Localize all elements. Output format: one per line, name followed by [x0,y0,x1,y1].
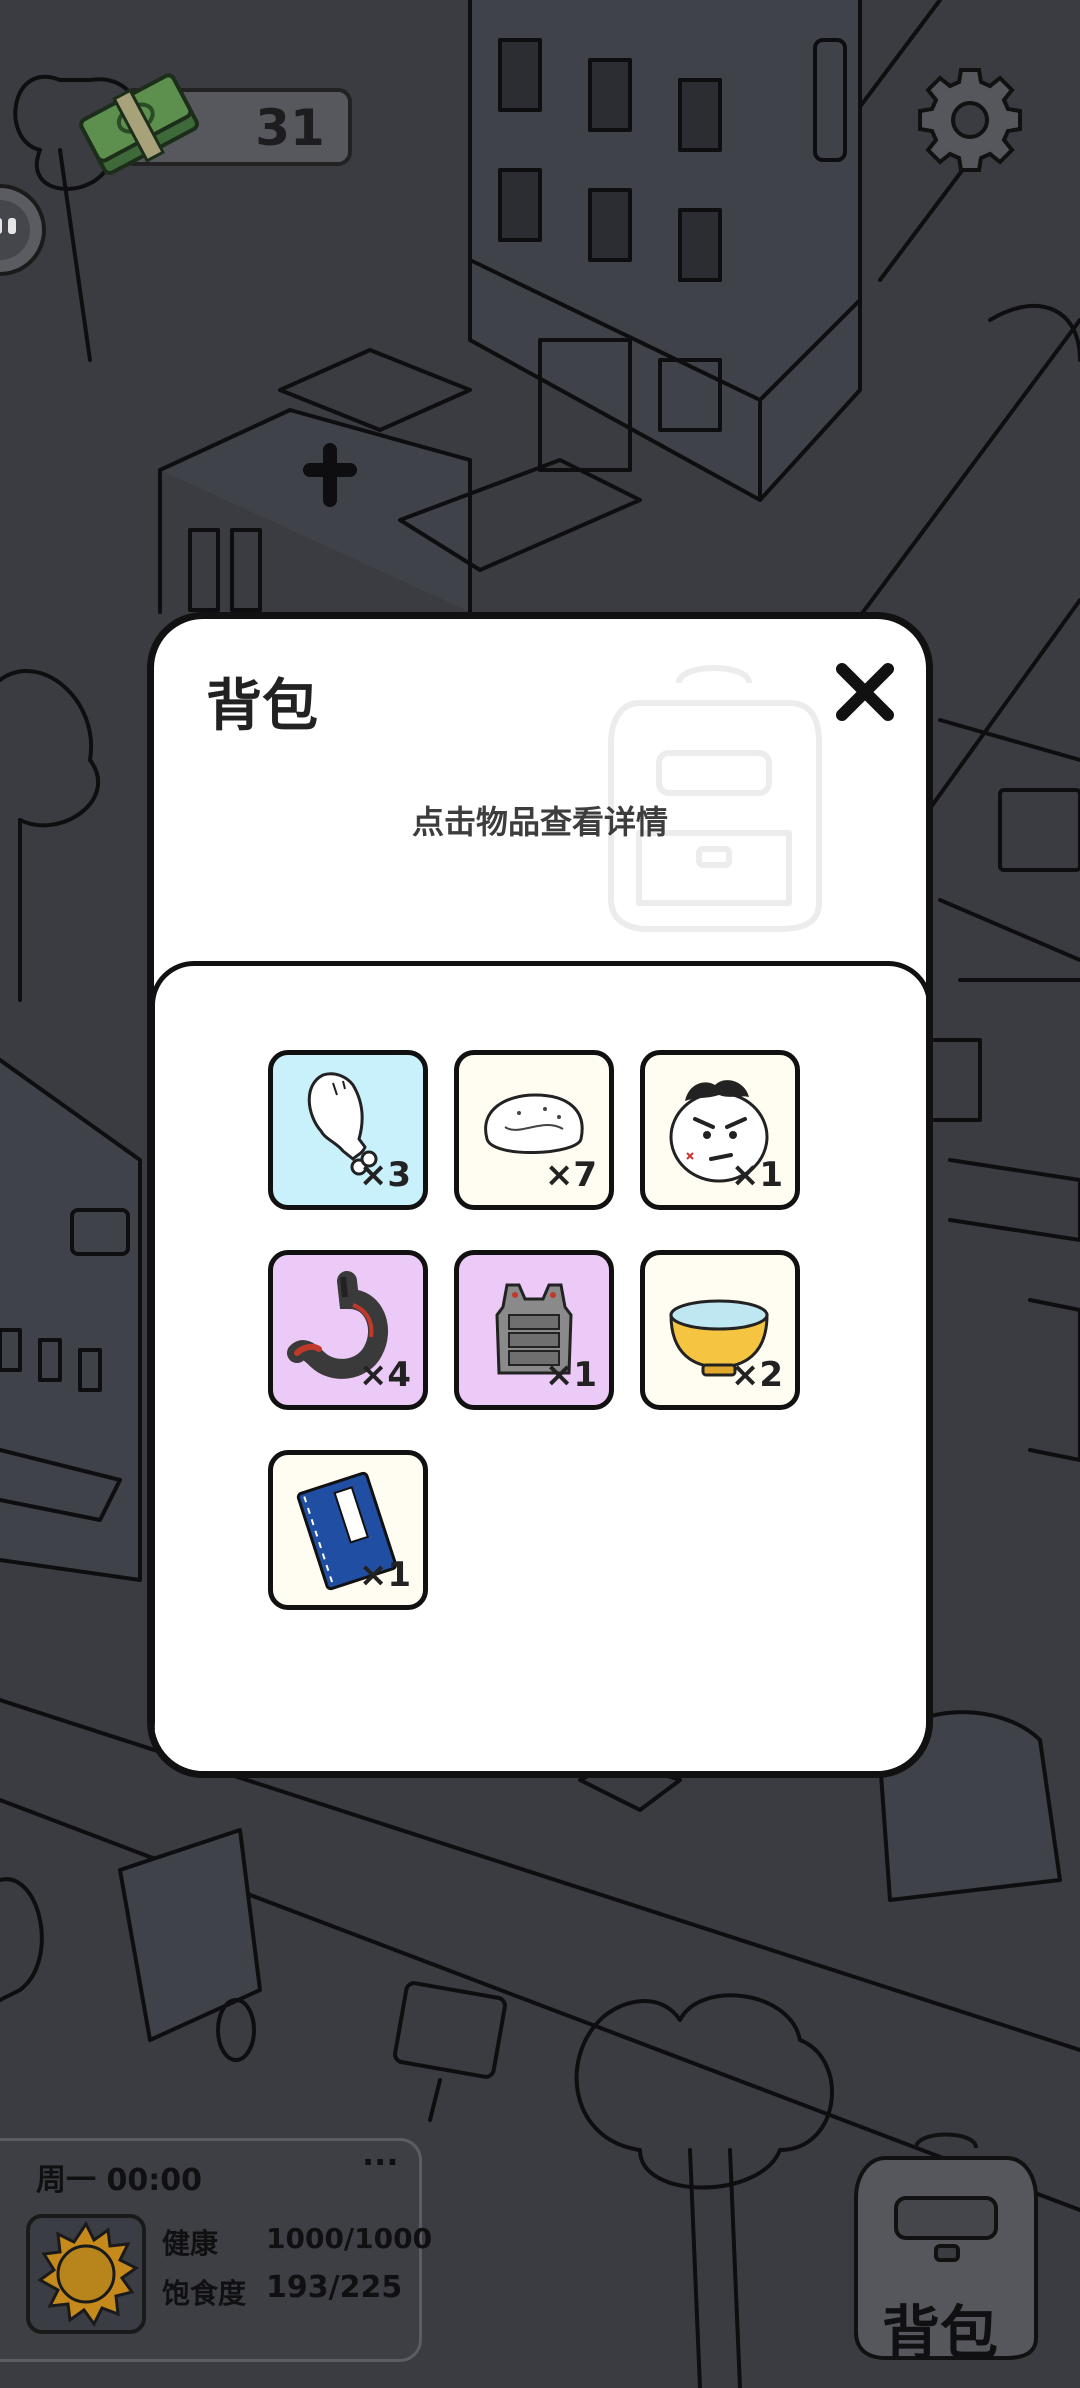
item-slot-body-armor[interactable]: ×1 [454,1250,614,1410]
money-count: 31 [255,99,325,157]
item-quantity: ×1 [544,1355,597,1395]
item-quantity: ×7 [544,1155,597,1195]
item-quantity: ×3 [358,1155,411,1195]
item-quantity: ×2 [730,1355,783,1395]
item-quantity: ×4 [358,1355,411,1395]
backpack-button[interactable]: 背包 [846,2128,1046,2367]
health-label: 健康 [162,2227,219,2260]
item-slot-stomach[interactable]: ×4 [268,1250,428,1410]
inventory-title: 背包 [206,674,318,739]
chat-bubble-icon[interactable] [0,180,50,280]
gear-icon[interactable] [916,66,1024,174]
item-grid: ×3 ×7 ×1 ×4 ×1 ×2 ×1 [154,961,926,1771]
item-slot-drumstick[interactable]: ×3 [268,1050,428,1210]
item-slot-angry-face[interactable]: ×1 [640,1050,800,1210]
inventory-hint: 点击物品查看详情 [411,803,668,841]
close-icon[interactable] [834,661,896,723]
weather-box [26,2214,146,2334]
satiety-value: 193/225 [266,2270,403,2305]
item-slot-water-bowl[interactable]: ×2 [640,1250,800,1410]
backpack-label: 背包 [882,2299,999,2367]
health-value: 1000/1000 [266,2222,433,2255]
inventory-modal: 背包 点击物品查看详情 ×3 ×7 ×1 ×4 ×1 ×2 ×1 [147,612,933,1778]
item-quantity: ×1 [358,1555,411,1595]
more-button[interactable]: ··· [362,2143,398,2181]
sun-icon [37,2221,139,2327]
cash-bundle-icon [79,73,199,176]
satiety-label: 饱食度 [162,2277,247,2310]
item-slot-book[interactable]: ×1 [268,1450,428,1610]
item-slot-bread[interactable]: ×7 [454,1050,614,1210]
day-time: 周一 00:00 [36,2163,202,2198]
item-quantity: ×1 [730,1155,783,1195]
